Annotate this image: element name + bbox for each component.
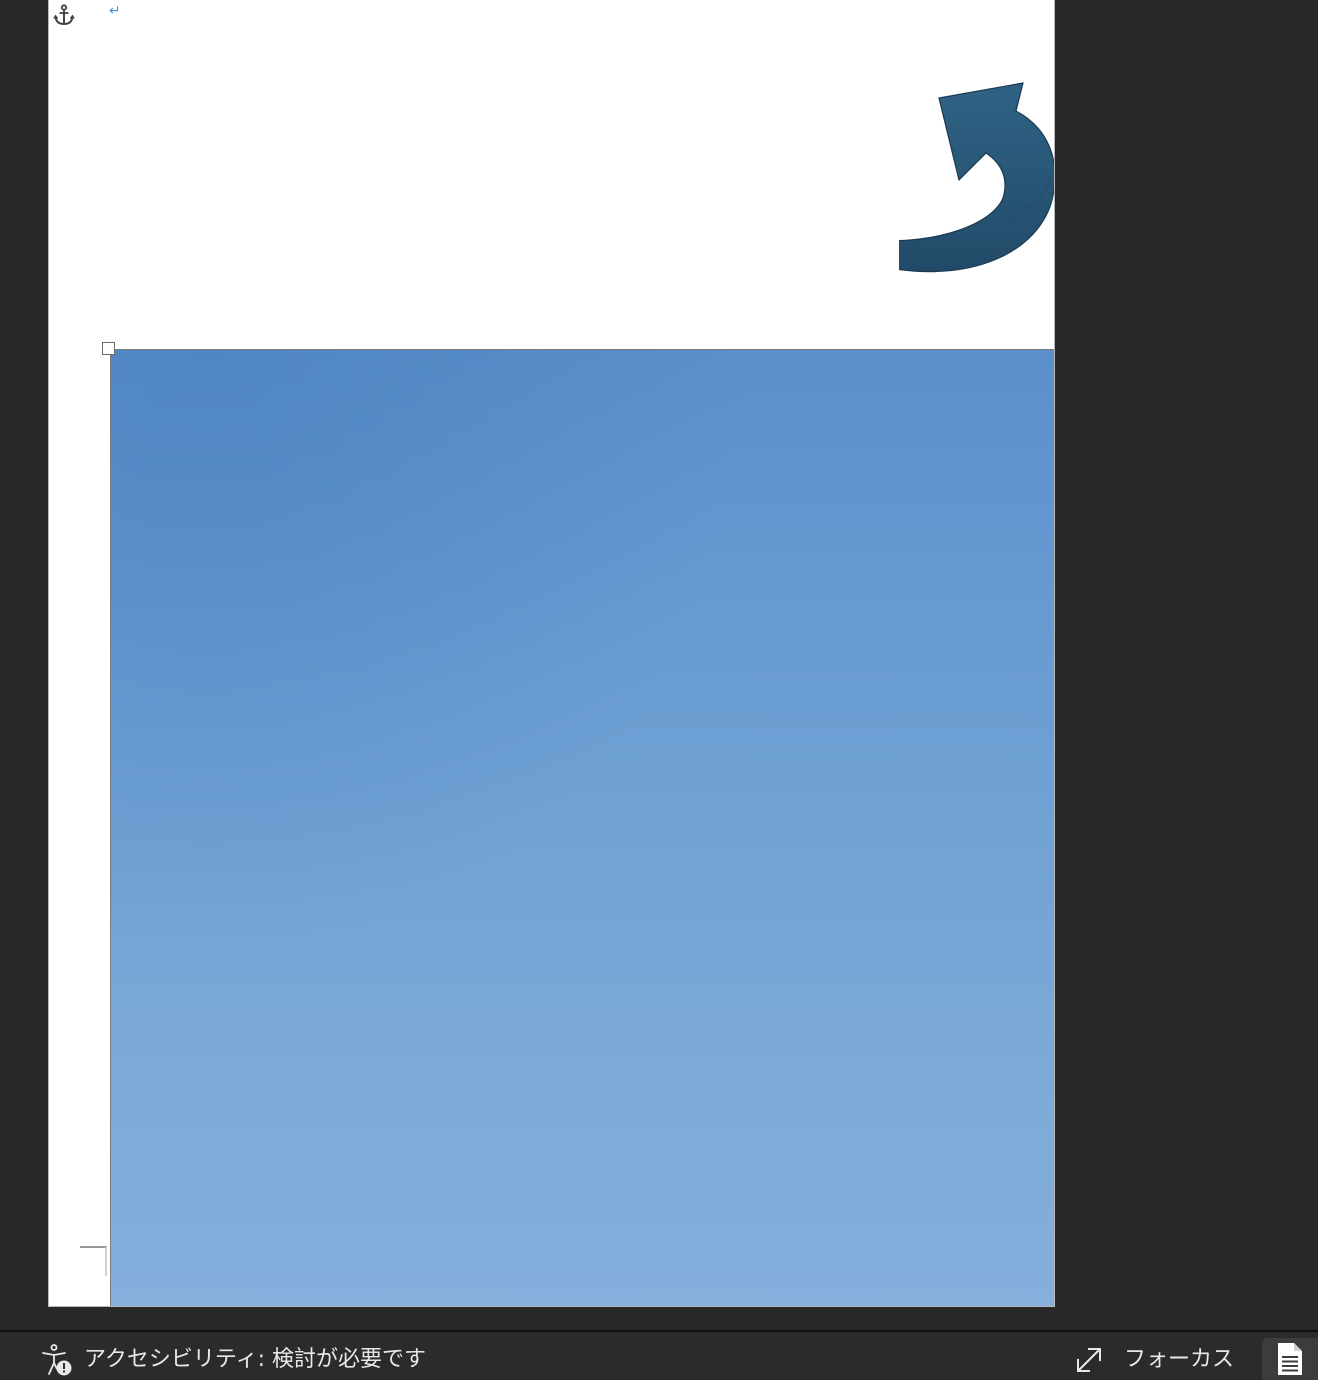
document-page[interactable]: ↵ [48,0,1055,1307]
focus-label: フォーカス [1124,1347,1235,1372]
accessibility-status-text: アクセシビリティ: 検討が必要です [84,1347,426,1372]
print-layout-button[interactable] [1262,1338,1318,1380]
document-workspace: ↵ [0,0,1318,1330]
accessibility-warning-icon [42,1344,72,1376]
expand-icon [1077,1348,1101,1372]
accessibility-status[interactable]: アクセシビリティ: 検討が必要です [40,1342,426,1378]
curved-arrow-shape[interactable] [899,78,1055,293]
anchor-icon[interactable] [52,3,76,27]
selection-handle[interactable] [102,342,115,355]
focus-mode-button[interactable]: フォーカス [1074,1342,1234,1378]
sky-image[interactable] [110,349,1054,1306]
print-layout-icon [1278,1343,1302,1375]
status-bar: アクセシビリティ: 検討が必要です フォーカス [0,1330,1318,1380]
text-boundary-corner [80,1246,107,1276]
paragraph-mark: ↵ [109,3,121,19]
